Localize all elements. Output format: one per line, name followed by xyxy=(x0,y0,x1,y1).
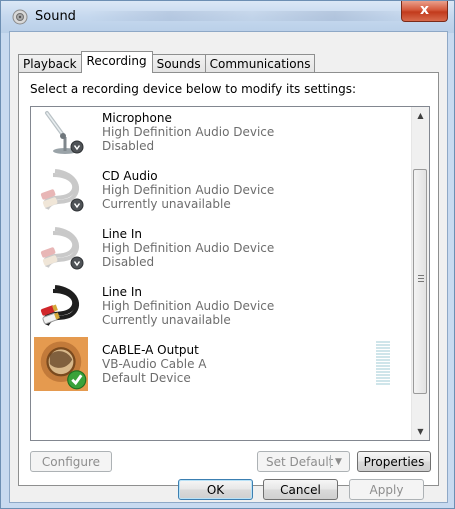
apply-button[interactable]: Apply xyxy=(349,479,424,500)
properties-button[interactable]: Properties xyxy=(357,451,431,472)
device-driver: High Definition Audio Device xyxy=(102,125,275,139)
tab-communications[interactable]: Communications xyxy=(204,54,316,73)
tab-playback[interactable]: Playback xyxy=(18,54,82,73)
split-separator xyxy=(330,455,331,468)
set-default-button[interactable]: Set Default ▼ xyxy=(257,451,350,472)
rca-cable-icon xyxy=(40,169,84,212)
level-meter xyxy=(376,341,390,387)
device-driver: High Definition Audio Device xyxy=(102,241,275,255)
device-status: Currently unavailable xyxy=(102,197,231,211)
dialog-client-area: Playback Recording Sounds Communications… xyxy=(9,31,448,503)
set-default-label: Set Default xyxy=(266,455,334,469)
device-status: Currently unavailable xyxy=(102,313,231,327)
microphone-icon xyxy=(45,111,84,154)
device-name: CD Audio xyxy=(102,169,158,183)
tab-strip: Playback Recording Sounds Communications xyxy=(18,51,316,73)
ok-button[interactable]: OK xyxy=(178,479,253,500)
recording-tab-panel: Select a recording device below to modif… xyxy=(18,72,439,486)
list-item-line-in-1[interactable]: Line In High Definition Audio Device Dis… xyxy=(31,219,409,277)
blurred-title-area xyxy=(87,11,417,21)
configure-button[interactable]: Configure xyxy=(30,451,112,472)
device-driver: High Definition Audio Device xyxy=(102,183,275,197)
rca-cable-icon xyxy=(40,285,80,326)
grip-icon xyxy=(418,275,424,282)
window-title: Sound xyxy=(35,9,76,24)
list-item-line-in-2[interactable]: Line In High Definition Audio Device Cur… xyxy=(31,277,409,335)
device-driver: VB-Audio Cable A xyxy=(102,357,207,371)
vertical-scrollbar[interactable]: ▲ ▼ xyxy=(411,107,429,440)
list-item-cable-a-output[interactable]: CABLE-A Output VB-Audio Cable A Default … xyxy=(31,335,409,393)
device-driver: High Definition Audio Device xyxy=(102,299,275,313)
rca-cable-icon xyxy=(40,227,84,270)
title-bar[interactable]: Sound x xyxy=(1,1,454,33)
device-name: CABLE-A Output xyxy=(102,343,199,357)
tab-recording[interactable]: Recording xyxy=(80,51,153,73)
list-item-microphone[interactable]: Microphone High Definition Audio Device … xyxy=(31,107,409,161)
close-button[interactable]: x xyxy=(401,1,448,22)
scroll-up-icon[interactable]: ▲ xyxy=(412,107,429,124)
sound-dialog: Sound x Playback Recording Sounds Commun… xyxy=(0,0,455,509)
instruction-text: Select a recording device below to modif… xyxy=(30,82,357,96)
cancel-button[interactable]: Cancel xyxy=(263,479,338,500)
device-status: Disabled xyxy=(102,255,155,269)
speaker-icon xyxy=(12,9,28,25)
device-list[interactable]: Microphone High Definition Audio Device … xyxy=(30,106,430,441)
scroll-down-icon[interactable]: ▼ xyxy=(412,423,429,440)
scroll-thumb[interactable] xyxy=(413,169,427,394)
device-name: Line In xyxy=(102,285,142,299)
device-name: Microphone xyxy=(102,111,172,125)
device-status: Default Device xyxy=(102,371,191,385)
cable-a-icon xyxy=(34,337,88,391)
device-name: Line In xyxy=(102,227,142,241)
tab-sounds[interactable]: Sounds xyxy=(151,54,206,73)
dropdown-arrow-icon[interactable]: ▼ xyxy=(335,452,342,472)
device-status: Disabled xyxy=(102,139,155,153)
list-item-cd-audio[interactable]: CD Audio High Definition Audio Device Cu… xyxy=(31,161,409,219)
